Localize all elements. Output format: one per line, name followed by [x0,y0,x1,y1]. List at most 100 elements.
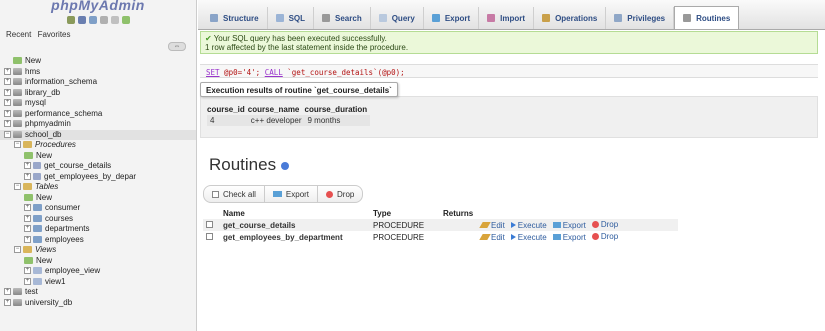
expand-toggle-icon[interactable]: + [24,172,31,180]
check-all-button[interactable]: Check all [204,186,265,202]
expand-toggle-icon[interactable]: + [4,78,11,86]
collapse-all-button[interactable]: ⇔ [168,42,186,51]
logout-icon[interactable] [77,16,86,24]
tab-privileges[interactable]: Privileges [606,7,675,29]
reload-icon[interactable] [121,16,130,24]
tree-item[interactable]: + consumer [0,203,196,214]
expand-toggle-icon[interactable]: + [4,288,11,296]
edit-link[interactable]: Edit [479,221,505,230]
row-checkbox[interactable] [203,231,220,243]
export-icon [272,191,282,197]
export-link[interactable]: Export [552,221,586,230]
execute-link[interactable]: Execute [510,233,547,242]
export-button[interactable]: Export [265,186,319,202]
execute-link[interactable]: Execute [510,220,547,230]
tree-item[interactable]: + performance_schema [0,109,196,120]
new-icon [24,151,33,159]
tree-item[interactable]: + get_employees_by_depar [0,172,196,183]
tree-item[interactable]: New [0,256,196,267]
tab-search[interactable]: Search [314,7,371,29]
expand-toggle-icon[interactable]: + [4,67,11,75]
table-icon [33,214,42,222]
query-window-icon[interactable] [88,16,97,24]
col-returns[interactable]: Returns [440,208,478,219]
edit-link[interactable]: Edit [479,233,505,242]
tab-label: SQL [288,13,306,23]
expand-toggle-icon[interactable]: + [4,99,11,107]
tree-item[interactable]: New [0,151,196,162]
tree-item[interactable]: + employee_view [0,266,196,277]
recent-tab[interactable]: Recent [6,30,31,39]
phpmyadmin-logo[interactable]: phpMyAdmin [0,0,196,14]
expand-toggle-icon[interactable]: + [4,88,11,96]
drop-link[interactable]: Drop [591,232,618,241]
expand-toggle-icon[interactable]: + [24,214,31,222]
expand-toggle-icon[interactable]: + [24,277,31,285]
tree-item[interactable]: − Procedures [0,140,196,151]
tree-item[interactable]: + information_schema [0,77,196,88]
favorites-tab[interactable]: Favorites [38,30,71,39]
expand-toggle-icon[interactable]: − [14,246,21,254]
drop-button[interactable]: Drop [318,186,362,202]
col-type[interactable]: Type [370,208,440,219]
execute-label: Execute [517,220,547,230]
tree-item[interactable]: − Tables [0,182,196,193]
expand-toggle-icon[interactable]: + [24,225,31,233]
database-icon [13,120,22,128]
tree-item[interactable]: − Views [0,245,196,256]
col-name[interactable]: Name [220,208,370,219]
tree-item-label: Views [35,245,57,254]
routines-heading-text: Routines [209,155,277,174]
routines-heading: Routines [209,155,290,175]
database-icon [13,78,22,86]
expand-toggle-icon[interactable]: + [24,235,31,243]
tree-item[interactable]: + test [0,287,196,298]
settings-icon[interactable] [110,16,119,24]
tree-item[interactable]: + departments [0,224,196,235]
database-icon [13,130,22,138]
home-icon[interactable] [66,16,75,24]
routine-name: get_employees_by_department [220,231,370,243]
tab-query[interactable]: Query [371,7,424,29]
checkbox-icon[interactable] [206,232,213,240]
tab-operations[interactable]: Operations [534,7,607,29]
tree-item[interactable]: New [0,193,196,204]
tree-item[interactable]: + employees [0,235,196,246]
tree-item[interactable]: − school_db [0,129,196,140]
expand-toggle-icon[interactable]: + [4,120,11,128]
expand-toggle-icon[interactable]: − [4,130,11,138]
checkbox-icon[interactable] [206,220,213,228]
tab-import[interactable]: Import [479,7,535,29]
tree-item[interactable]: + courses [0,214,196,225]
tab-label: Query [391,13,415,23]
folder-icon [23,246,32,254]
expand-toggle-icon[interactable]: + [24,204,31,212]
tree-item[interactable]: + university_db [0,298,196,309]
tab-routines[interactable]: Routines [674,6,740,29]
tree-item[interactable]: + library_db [0,88,196,99]
expand-toggle-icon[interactable]: + [24,162,31,170]
tab-structure[interactable]: Structure [202,7,268,29]
tab-export[interactable]: Export [424,7,480,29]
tree-item[interactable]: New [0,56,196,67]
expand-toggle-icon[interactable]: − [14,141,21,149]
help-icon[interactable] [281,161,290,170]
expand-toggle-icon[interactable]: + [24,267,31,275]
result-cell: c++ developer [247,115,305,126]
database-icon [13,67,22,75]
tree-item[interactable]: + hms [0,67,196,78]
tree-item[interactable]: + mysql [0,98,196,109]
expand-toggle-icon[interactable]: + [4,298,11,306]
docs-icon[interactable] [99,16,108,24]
sql-call-keyword[interactable]: CALL [265,68,283,77]
tree-item[interactable]: + get_course_details [0,161,196,172]
row-checkbox[interactable] [203,219,220,231]
tab-sql[interactable]: SQL [268,7,315,29]
expand-toggle-icon[interactable]: − [14,183,21,191]
tree-item[interactable]: + view1 [0,277,196,288]
export-link[interactable]: Export [552,233,586,242]
expand-toggle-icon[interactable]: + [4,109,11,117]
drop-link[interactable]: Drop [591,220,618,229]
sql-set-keyword[interactable]: SET [206,68,220,77]
tree-item[interactable]: + phpmyadmin [0,119,196,130]
